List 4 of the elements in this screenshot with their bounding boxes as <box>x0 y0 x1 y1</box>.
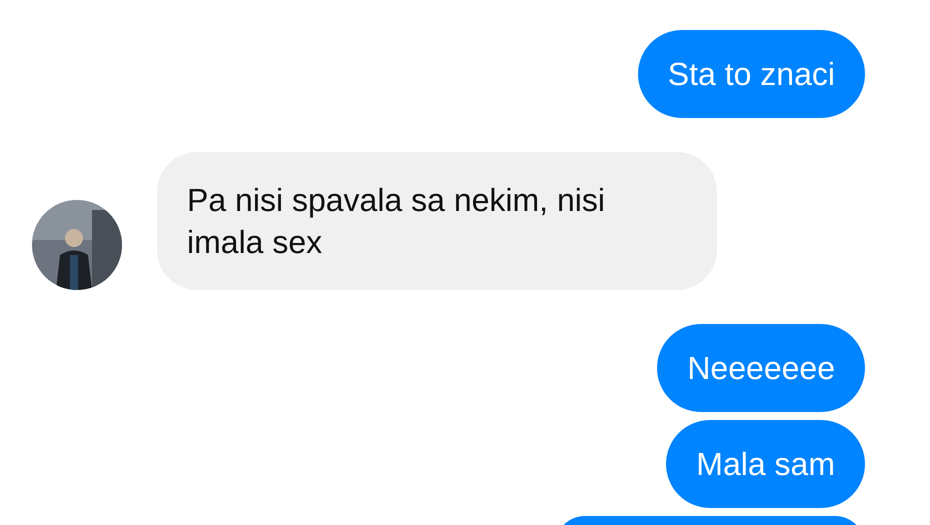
message-bubble: Neeeeeee <box>657 324 865 412</box>
message-bubble: Pa nisi spavala sa nekim, nisi imala sex <box>157 152 717 290</box>
message-bubble: Mala sam <box>666 420 865 508</box>
message-bubble: Sta to znaci <box>638 30 865 118</box>
